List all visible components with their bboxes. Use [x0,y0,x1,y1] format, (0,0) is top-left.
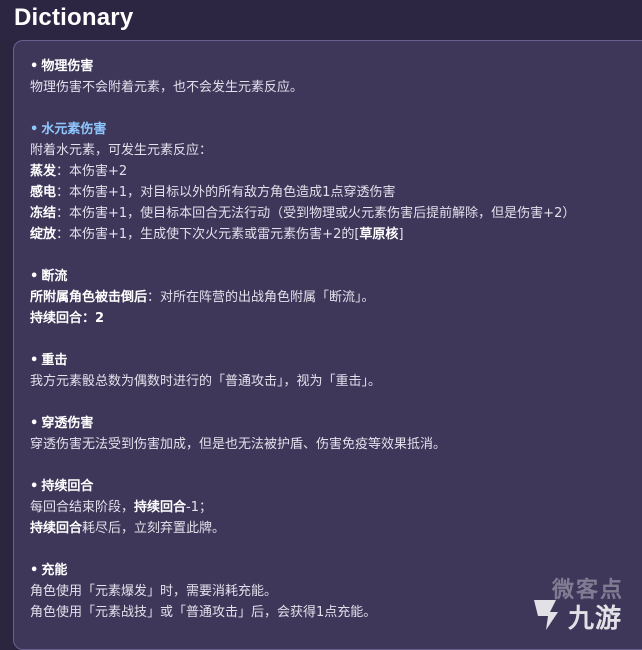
entry-line: 持续回合耗尽后，立刻弃置此牌。 [30,521,226,536]
entry-physical-damage: • 物理伤害 物理伤害不会附着元素，也不会发生元素反应。 [30,56,642,98]
reaction-label: 绽放 [30,227,57,242]
entry-line: 所附属角色被击倒后：对所在阵营的出战角色附属「断流」。 [30,290,375,305]
reaction-label: 感电 [30,185,57,200]
dendro-core-link[interactable]: 草原核 [359,227,398,242]
reaction-text: ：本伤害+1，生成使下次火元素或雷元素伤害+2的[ [56,227,360,242]
reaction-vaporize: 蒸发：本伤害+2 [30,161,642,182]
dictionary-content: • 物理伤害 物理伤害不会附着元素，也不会发生元素反应。 • 水元素伤害 附着水元素… [30,56,642,644]
reaction-text: ：本伤害+1，对目标以外的所有敌方角色造成1点穿透伤害 [56,185,396,200]
entry-piercing-damage: • 穿透伤害 穿透伤害无法受到伤害加成，但是也无法被护盾、伤害免疫等效果抵消。 [30,413,642,455]
entry-charged-attack: • 重击 我方元素骰总数为偶数时进行的「普通攻击」，视为「重击」。 [30,350,642,392]
entry-line: 物理伤害不会附着元素，也不会发生元素反应。 [30,80,304,95]
entry-line: 附着水元素，可发生元素反应： [30,143,213,158]
entry-line: 每回合结束阶段，持续回合-1； [30,500,212,515]
entry-riptide: • 断流 所附属角色被击倒后：对所在阵营的出战角色附属「断流」。 持续回合：2 [30,266,642,329]
entry-duration-rounds: • 持续回合 每回合结束阶段，持续回合-1； 持续回合耗尽后，立刻弃置此牌。 [30,476,642,539]
entry-title: 持续回合 [41,479,94,494]
reaction-text: ：本伤害+2 [56,164,128,179]
reaction-bloom: 绽放：本伤害+1，生成使下次火元素或雷元素伤害+2的[草原核] [30,227,404,242]
entry-title: 断流 [41,269,68,284]
entry-title: 水元素伤害 [41,122,107,137]
entry-title: 充能 [41,563,68,578]
reaction-label: 冻结 [30,206,57,221]
entry-line: 我方元素骰总数为偶数时进行的「普通攻击」，视为「重击」。 [30,374,382,389]
reaction-frozen: 冻结：本伤害+1，使目标本回合无法行动（受到物理或火元素伤害后提前解除，但是伤害… [30,203,642,224]
entry-title: 物理伤害 [41,59,94,74]
reaction-label: 蒸发 [30,164,57,179]
watermark-brand: 九游 [568,604,623,634]
watermark-logo: 微客点 九游 [508,570,638,634]
entry-line: 持续回合：2 [30,311,105,326]
reaction-text: ：本伤害+1，使目标本回合无法行动（受到物理或火元素伤害后提前解除，但是伤害+2… [56,206,576,221]
dictionary-panel[interactable]: • 物理伤害 物理伤害不会附着元素，也不会发生元素反应。 • 水元素伤害 附着水元素… [13,40,642,650]
page-title: Dictionary [14,4,134,31]
entry-line: 穿透伤害无法受到伤害加成，但是也无法被护盾、伤害免疫等效果抵消。 [30,437,447,452]
reaction-electro-charged: 感电：本伤害+1，对目标以外的所有敌方角色造成1点穿透伤害 [30,182,642,203]
entry-hydro-damage: • 水元素伤害 附着水元素，可发生元素反应： 蒸发：本伤害+2 感电：本伤害+1，… [30,119,642,245]
entry-title: 重击 [41,353,68,368]
entry-title: 穿透伤害 [41,416,94,431]
header-bar: Dictionary [0,0,642,40]
